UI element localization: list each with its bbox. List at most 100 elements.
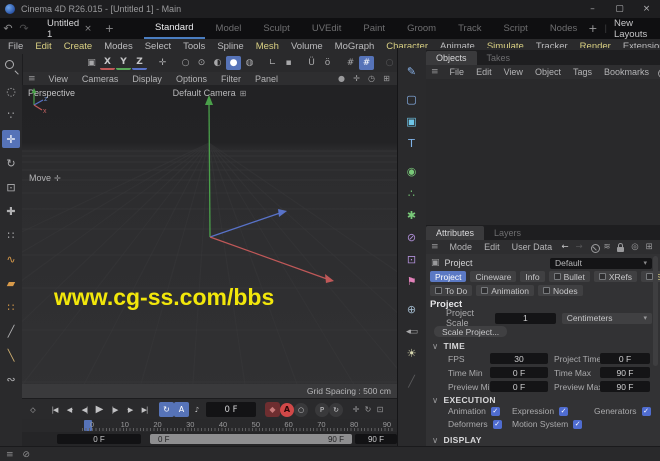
camera-label[interactable]: Default Camera xyxy=(173,88,247,98)
coord-system-icon[interactable]: ✛ xyxy=(155,56,170,70)
objects-menu-item[interactable]: Bookmarks xyxy=(598,67,655,77)
goto-next-key-button[interactable]: ·▶ xyxy=(122,402,137,417)
axis-mode-icon[interactable]: ⊙ xyxy=(194,56,209,70)
material-icon[interactable]: ╱ xyxy=(401,372,422,391)
viewport-menu-item[interactable]: Panel xyxy=(248,74,285,84)
history-icon[interactable]: ◎ xyxy=(630,242,640,253)
range-end-field[interactable]: 90 F xyxy=(355,434,397,444)
lock-icon[interactable] xyxy=(616,242,626,253)
menu-item[interactable]: Spline xyxy=(211,41,249,52)
checkbox[interactable] xyxy=(491,407,500,416)
menu-item[interactable]: Create xyxy=(58,41,99,52)
maximize-button[interactable]: ▢ xyxy=(606,0,633,18)
brush-tool-icon[interactable]: ╲ xyxy=(2,346,20,364)
menu-item[interactable]: File xyxy=(2,41,29,52)
menu-item[interactable]: Edit xyxy=(29,41,57,52)
plane-icon[interactable]: ▪ xyxy=(281,56,296,70)
transform-tool-icon[interactable]: ✚ xyxy=(2,202,20,220)
viewport-menu-item[interactable]: Filter xyxy=(214,74,248,84)
range-start-field[interactable]: 0 F xyxy=(57,434,141,444)
objects-menu-item[interactable]: File xyxy=(444,67,471,77)
new-layouts-label[interactable]: New Layouts xyxy=(614,18,653,40)
goto-end-button[interactable]: ▶| xyxy=(137,402,152,417)
axis-x-lock[interactable]: X xyxy=(100,56,115,70)
frame-view-icon[interactable]: ▣ xyxy=(84,56,99,70)
shading-sphere-icon[interactable]: ● xyxy=(336,74,347,83)
close-tab-icon[interactable]: × xyxy=(84,24,92,34)
smooth-spline-icon[interactable]: ∿ xyxy=(2,250,20,268)
knife-tool-icon[interactable]: ╱ xyxy=(2,322,20,340)
split-view-icon[interactable]: ⊞ xyxy=(381,74,392,83)
layout-tab[interactable]: Sculpt xyxy=(252,18,300,39)
value-field[interactable]: 0 F xyxy=(490,367,548,378)
panel-tab[interactable]: Attributes xyxy=(426,226,484,240)
minimize-button[interactable]: – xyxy=(579,0,606,18)
keyframe-selection-button[interactable]: ○ xyxy=(294,403,308,417)
execution-section-header[interactable]: EXECUTION xyxy=(432,395,496,406)
preset-dropdown[interactable]: Default xyxy=(550,258,652,269)
record-keyframe-button[interactable]: ◆ xyxy=(265,402,280,417)
unit-dropdown[interactable]: Centimeters xyxy=(562,313,652,324)
generator-icon[interactable]: ◉ xyxy=(401,162,422,181)
status-state-icon[interactable]: ⊘ xyxy=(23,450,31,460)
workplane-icon[interactable]: # xyxy=(343,56,358,70)
timeline-ruler[interactable]: 0102030405060708090 xyxy=(22,419,397,432)
rotate-tool-icon[interactable]: ↻ xyxy=(2,154,20,172)
project-scale-field[interactable]: 1 xyxy=(495,313,556,324)
status-menu-icon[interactable]: ≡ xyxy=(6,450,14,460)
light-icon[interactable]: ☀ xyxy=(401,344,422,363)
new-panel-icon[interactable]: ⊞ xyxy=(644,242,654,253)
play-button[interactable]: ▶ xyxy=(92,402,107,417)
redo-icon[interactable]: ↷ xyxy=(16,22,32,35)
attribute-tab-button[interactable]: Nodes xyxy=(538,285,583,296)
attribute-tab-button[interactable]: Project xyxy=(430,271,466,282)
make-keyframe-button[interactable]: ◇ xyxy=(25,402,40,417)
menu-item[interactable]: MoGraph xyxy=(329,41,381,52)
forward-arrow-icon[interactable]: → xyxy=(574,242,584,253)
scale-project-button[interactable]: Scale Project... xyxy=(434,326,507,337)
scale-tool-icon[interactable]: ⊡ xyxy=(2,178,20,196)
checkbox[interactable] xyxy=(573,420,582,429)
current-frame-field[interactable]: 0 F xyxy=(206,402,256,417)
checkbox[interactable] xyxy=(493,420,502,429)
objects-menu-item[interactable]: Object xyxy=(529,67,567,77)
goto-prev-frame-button[interactable]: ◀| xyxy=(77,402,92,417)
attribute-tab-button[interactable]: To Do xyxy=(430,285,472,296)
move-tool-icon[interactable]: ✛ xyxy=(2,130,20,148)
viewport[interactable]: Perspective Default Camera z x Move www.… xyxy=(22,85,397,398)
corner-axis-icon[interactable]: ∟ xyxy=(265,56,280,70)
goto-start-button[interactable]: |◀ xyxy=(47,402,62,417)
time-section-header[interactable]: TIME xyxy=(432,341,465,352)
checkbox[interactable] xyxy=(642,407,651,416)
axis-center-icon[interactable]: ö xyxy=(320,56,335,70)
layout-tab[interactable]: Groom xyxy=(396,18,447,39)
keying-position-button[interactable]: P xyxy=(315,403,329,417)
keying-rotation-button[interactable]: ↻ xyxy=(329,403,343,417)
display-section-header[interactable]: DISPLAY xyxy=(432,435,482,446)
search-icon[interactable] xyxy=(655,67,660,78)
loop-mode-toggle[interactable]: ↻ xyxy=(159,402,174,417)
hud-clock-icon[interactable]: ◷ xyxy=(366,74,377,83)
search-tool-icon[interactable] xyxy=(2,58,20,76)
viewport-menu-item[interactable]: Options xyxy=(169,74,214,84)
multi-axis-tool-icon[interactable]: ∷ xyxy=(2,226,20,244)
menu-item[interactable]: Tools xyxy=(177,41,211,52)
search-icon[interactable] xyxy=(588,242,598,253)
objects-menu-item[interactable]: Tags xyxy=(567,67,598,77)
menu-item[interactable]: Select xyxy=(139,41,177,52)
layout-tab[interactable]: Script xyxy=(493,18,539,39)
add-document-tab-button[interactable]: + xyxy=(99,22,120,35)
axis-y-lock[interactable]: Y xyxy=(116,56,131,70)
menu-item[interactable]: Modes xyxy=(98,41,139,52)
autokeying-toggle[interactable]: A xyxy=(280,403,294,417)
attribute-tab-button[interactable]: Info xyxy=(520,271,544,282)
show-keys-toggle[interactable]: A xyxy=(174,402,189,417)
fields-icon[interactable]: ⊡ xyxy=(401,250,422,269)
layout-tab[interactable]: Standard xyxy=(144,18,205,39)
attribute-tab-button[interactable]: Animation xyxy=(476,285,534,296)
objects-menu-icon[interactable] xyxy=(426,67,444,77)
viewport-menu-item[interactable]: View xyxy=(42,74,75,84)
selection-options-icon[interactable]: ∵ xyxy=(2,106,20,124)
back-arrow-icon[interactable]: ← xyxy=(560,242,570,253)
goto-prev-key-button[interactable]: ◀· xyxy=(62,402,77,417)
